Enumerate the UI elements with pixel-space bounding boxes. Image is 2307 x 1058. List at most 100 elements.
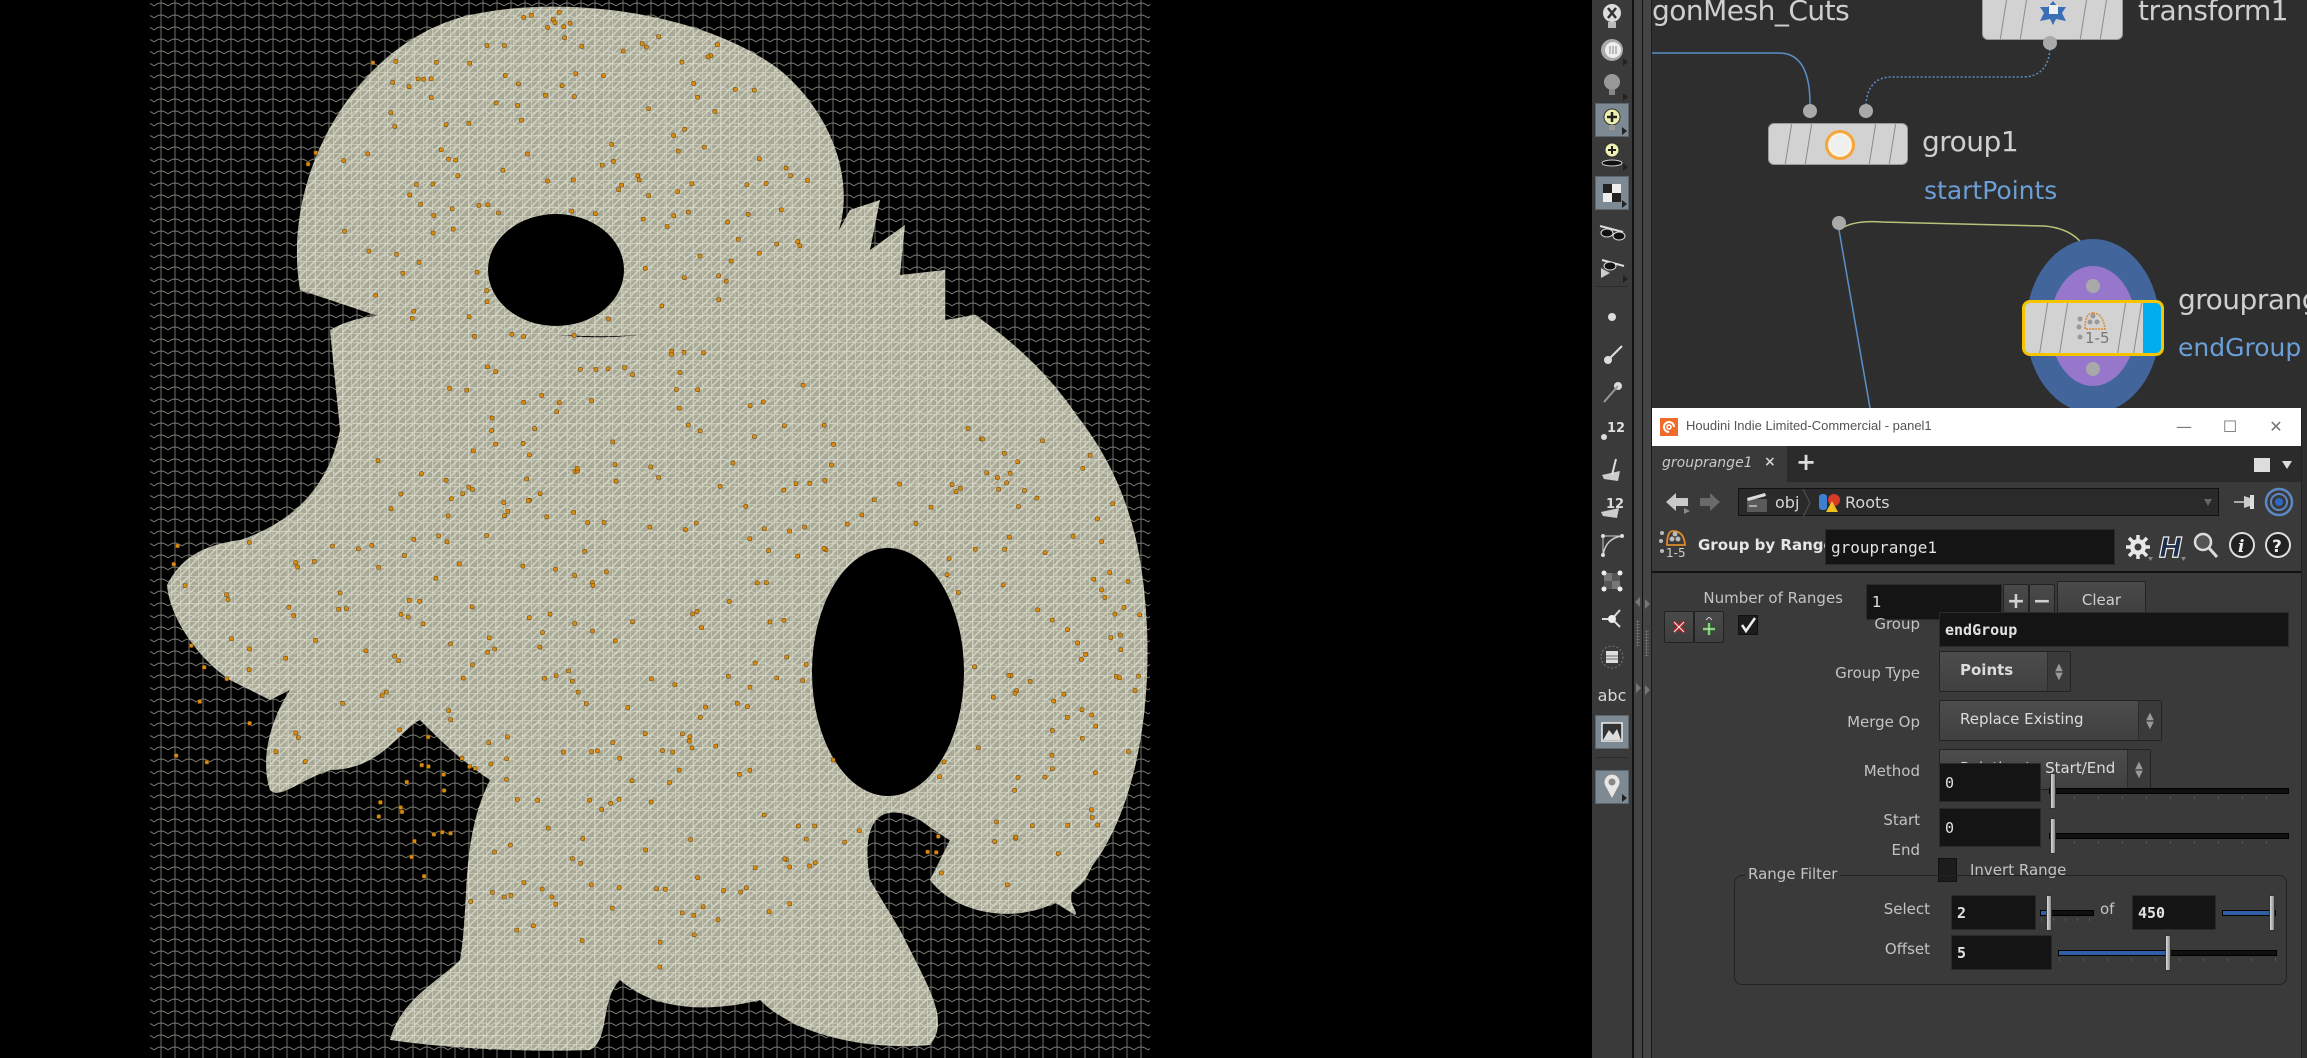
link-target-icon[interactable] — [2264, 487, 2294, 517]
network-path-field[interactable]: obj Roots — [1738, 488, 2219, 517]
start-field[interactable]: 0 — [1939, 763, 2041, 802]
slider-handle[interactable] — [2046, 895, 2052, 931]
offset-slider[interactable] — [2058, 935, 2277, 971]
vertex-normals-icon[interactable] — [1595, 375, 1629, 409]
background-image-icon[interactable] — [1595, 715, 1629, 749]
gear-icon[interactable] — [2124, 533, 2154, 563]
node-group1[interactable] — [1768, 123, 1908, 165]
node-label-polymesh[interactable]: gonMesh_Cuts — [1652, 0, 1850, 27]
tab-grouprange1[interactable]: grouprange1 × — [1652, 446, 1787, 482]
expand-right-arrow-icon[interactable] — [1645, 599, 1650, 609]
window-titlebar[interactable]: Houdini Indie Limited-Commercial - panel… — [1652, 408, 2301, 446]
selected-point-marker — [524, 476, 529, 482]
select-field[interactable]: 2 — [1951, 895, 2036, 930]
select-slider[interactable] — [2040, 895, 2094, 931]
path-segment-obj[interactable]: obj — [1775, 493, 1799, 512]
curve-hull-icon[interactable] — [1595, 527, 1629, 561]
prim-numbers-icon[interactable]: 12 — [1595, 489, 1629, 523]
node-label-transform1[interactable]: transform1 — [2138, 0, 2289, 27]
point-numbers-icon[interactable]: 12 — [1595, 412, 1629, 446]
light-dome-icon[interactable] — [1595, 33, 1629, 67]
end-field[interactable]: 0 — [1939, 808, 2041, 847]
slider-handle[interactable] — [2050, 818, 2056, 854]
point-display-icon[interactable] — [1595, 300, 1629, 334]
slider-handle[interactable] — [2050, 773, 2056, 809]
maximize-button[interactable]: ☐ — [2210, 414, 2250, 440]
light-add-target-icon[interactable] — [1595, 138, 1629, 172]
prim-normals-icon[interactable] — [1595, 452, 1629, 486]
group1-output-connector[interactable] — [1832, 216, 1846, 230]
display-flag[interactable] — [2143, 303, 2161, 353]
search-icon[interactable] — [2192, 531, 2220, 561]
stereo-glasses-icon[interactable] — [1595, 213, 1629, 247]
menu-spinner-icon: ▲ ▼ — [2138, 701, 2161, 740]
selected-point-marker — [406, 598, 412, 603]
light-off-icon[interactable] — [1595, 0, 1629, 34]
pin-icon[interactable] — [2232, 490, 2258, 512]
handle-icon[interactable] — [1595, 602, 1629, 636]
group1-input-connector-1[interactable] — [1803, 104, 1817, 118]
grouprange1-output-connector[interactable] — [2086, 362, 2100, 376]
text-abc-icon[interactable]: abc — [1595, 678, 1629, 712]
back-arrow-icon[interactable] — [1664, 490, 1692, 514]
selected-point-marker — [803, 662, 809, 667]
uv-grid-icon[interactable] — [1595, 564, 1629, 598]
minimize-button[interactable]: — — [2164, 414, 2204, 440]
selected-point-marker — [744, 182, 750, 187]
group-by-range-icon[interactable]: 1-5 — [1658, 527, 1692, 563]
group-name-field[interactable]: endGroup — [1939, 612, 2289, 647]
node-name-field[interactable]: grouprange1 — [1825, 529, 2115, 565]
pane-menu-arrow-icon[interactable] — [2282, 461, 2292, 469]
houdini-h-icon[interactable]: H — [2157, 531, 2187, 563]
start-slider[interactable] — [2049, 773, 2289, 809]
node-label-grouprange1[interactable]: grouprang — [2178, 283, 2307, 316]
shading-checker-icon[interactable] — [1595, 176, 1629, 210]
remove-instance-button[interactable] — [1664, 611, 1694, 643]
light-bulb-icon[interactable] — [1595, 68, 1629, 102]
selected-point-marker — [508, 893, 514, 898]
close-button[interactable]: ✕ — [2256, 414, 2296, 440]
grouprange1-input-connector[interactable] — [2086, 279, 2100, 293]
selected-point-marker — [726, 674, 731, 679]
pane-layout-icon[interactable] — [2254, 458, 2270, 472]
pane-divider-left[interactable] — [1634, 0, 1643, 1058]
help-icon[interactable]: ? — [2264, 530, 2292, 560]
path-segment-roots[interactable]: Roots — [1845, 493, 1890, 512]
path-dropdown-arrow-icon[interactable] — [2204, 499, 2212, 506]
divider-grip[interactable] — [1645, 630, 1649, 656]
of-slider[interactable] — [2222, 895, 2276, 931]
guide-icon[interactable] — [1595, 640, 1629, 674]
selected-point-marker — [313, 150, 319, 156]
merge-op-menu[interactable]: Replace Existing ▲ ▼ — [1939, 700, 2162, 741]
of-field[interactable]: 450 — [2132, 895, 2216, 930]
slider-handle[interactable] — [2269, 895, 2275, 931]
point-normals-icon[interactable] — [1595, 338, 1629, 372]
transform1-output-connector[interactable] — [2043, 36, 2057, 50]
light-add-icon[interactable] — [1595, 103, 1629, 137]
selected-point-marker — [493, 441, 498, 447]
selected-point-marker — [1007, 534, 1012, 540]
stereo-play-icon[interactable] — [1595, 250, 1629, 284]
scene-viewport[interactable] — [0, 0, 1592, 1058]
location-pin-icon[interactable] — [1595, 770, 1629, 804]
expand-right-arrow-icon[interactable] — [1645, 685, 1650, 695]
forward-arrow-icon[interactable] — [1698, 490, 1722, 514]
offset-field[interactable]: 5 — [1951, 935, 2052, 970]
insert-instance-button[interactable] — [1694, 611, 1724, 643]
node-grouprange1[interactable]: 1-5 — [2022, 300, 2164, 356]
end-slider[interactable] — [2049, 818, 2289, 854]
info-icon[interactable]: i — [2228, 530, 2256, 560]
node-label-group1[interactable]: group1 — [1922, 125, 2019, 158]
expand-right-arrow-icon[interactable] — [1636, 683, 1641, 693]
group-type-menu[interactable]: Points ▲ ▼ — [1939, 651, 2071, 692]
slider-handle[interactable] — [2165, 935, 2171, 971]
add-tab-button[interactable]: + — [1796, 448, 1816, 476]
tab-close-icon[interactable]: × — [1764, 454, 1776, 470]
selected-point-marker — [225, 597, 231, 602]
collapse-left-arrow-icon[interactable] — [1635, 597, 1640, 607]
selected-point-marker — [822, 422, 827, 428]
selected-point-marker — [788, 173, 793, 178]
divider-grip[interactable] — [1636, 620, 1640, 646]
node-transform1[interactable] — [1982, 0, 2123, 40]
group1-input-connector-2[interactable] — [1859, 104, 1873, 118]
